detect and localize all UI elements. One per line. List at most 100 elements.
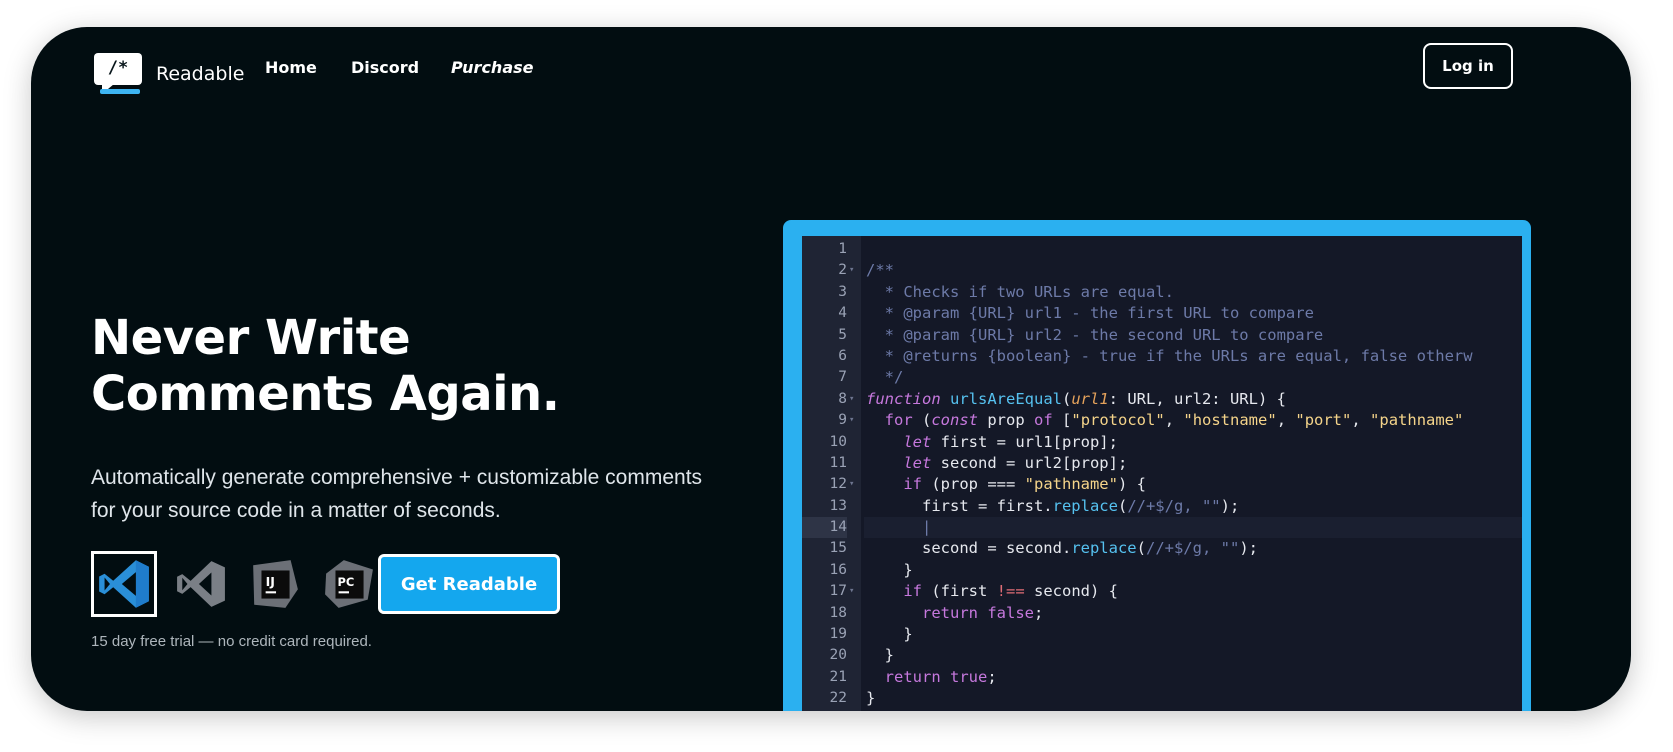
code-line[interactable]: 4 * @param {URL} url1 - the first URL to… xyxy=(802,303,1522,324)
code-text: if (prop === "pathname") { xyxy=(864,474,1522,495)
line-number: 2 xyxy=(838,262,847,279)
nav-link-purchase[interactable]: Purchase xyxy=(451,58,533,77)
code-token: replace xyxy=(1052,496,1118,515)
code-text: let first = url1[prop]; xyxy=(864,432,1522,453)
code-line[interactable]: 6 * @returns {boolean} - true if the URL… xyxy=(802,346,1522,367)
code-text: return false; xyxy=(864,603,1522,624)
code-text: } xyxy=(864,624,1522,645)
fold-arrow-icon[interactable]: ▾ xyxy=(849,410,859,431)
code-token: /** xyxy=(866,261,894,280)
line-number: 10 xyxy=(829,433,847,450)
code-token: , xyxy=(1351,411,1371,430)
code-token: return xyxy=(866,667,941,686)
code-token: ( xyxy=(1117,496,1128,515)
hero-subtitle: Automatically generate comprehensive + c… xyxy=(91,466,703,522)
code-token: ) { xyxy=(1117,475,1146,494)
code-token: , xyxy=(1276,411,1296,430)
code-token: */ xyxy=(866,368,904,387)
line-number: 13 xyxy=(829,497,847,514)
code-text: */ xyxy=(864,367,1522,388)
code-token: "pathname" xyxy=(1024,475,1118,494)
code-token: } xyxy=(866,625,913,644)
line-number: 8 xyxy=(838,390,847,407)
visual-studio-icon[interactable] xyxy=(171,554,231,614)
code-token: first = first. xyxy=(866,496,1053,515)
nav-link-home[interactable]: Home xyxy=(265,58,317,77)
page-frame: /* Readable Home Discord Purchase Log in… xyxy=(31,27,1631,711)
get-readable-button[interactable]: Get Readable xyxy=(378,554,560,614)
code-editor[interactable]: 1 2 ▾/** 3 * Checks if two URLs are equal. 4… xyxy=(802,236,1522,711)
code-token: second = second. xyxy=(866,539,1072,558)
code-line[interactable]: 12 ▾ if (prop === "pathname") { xyxy=(802,474,1522,495)
code-token: "port" xyxy=(1295,411,1352,430)
code-token: ; xyxy=(987,667,997,686)
fold-arrow-icon[interactable]: ▾ xyxy=(849,474,859,495)
fold-arrow-icon[interactable]: ▾ xyxy=(849,260,859,281)
code-token: , xyxy=(1164,411,1184,430)
nav-link-discord[interactable]: Discord xyxy=(351,58,419,77)
line-number: 1 xyxy=(838,241,847,257)
vscode-icon[interactable] xyxy=(91,551,157,617)
code-token: ( xyxy=(912,411,932,430)
code-token: prop xyxy=(978,411,1035,430)
code-token: ( xyxy=(1136,539,1146,558)
code-line[interactable]: 21 return true; xyxy=(802,667,1522,688)
code-token: ; xyxy=(1034,603,1044,622)
fold-arrow-icon[interactable]: ▾ xyxy=(849,581,859,602)
line-number: 15 xyxy=(829,540,847,557)
code-token: } xyxy=(866,689,876,708)
code-line[interactable]: 22} xyxy=(802,688,1522,709)
line-number: 11 xyxy=(829,454,847,471)
login-button[interactable]: Log in xyxy=(1423,43,1513,89)
code-line[interactable]: 17 ▾ if (first !== second) { xyxy=(802,581,1522,602)
code-line[interactable]: 1 xyxy=(802,239,1522,260)
fold-arrow-icon[interactable]: ▾ xyxy=(849,389,859,410)
code-text: /** xyxy=(864,260,1522,281)
code-token: (first xyxy=(922,582,997,601)
code-text: let second = url2[prop]; xyxy=(864,453,1522,474)
code-text: } xyxy=(864,645,1522,666)
code-token: //+$/g, "" xyxy=(1145,539,1240,558)
code-line[interactable]: 7 */ xyxy=(802,367,1522,388)
hero-title-line1: Never Write xyxy=(91,310,411,366)
code-token: //+$/g, "" xyxy=(1127,496,1221,515)
code-token: * @param {URL} url1 - the first URL to c… xyxy=(866,304,1314,323)
code-line[interactable]: 11 let second = url2[prop]; xyxy=(802,453,1522,474)
line-number: 14 xyxy=(802,517,847,539)
line-number: 18 xyxy=(829,604,847,621)
code-line[interactable]: 16 } xyxy=(802,560,1522,581)
line-number: 22 xyxy=(829,690,847,707)
code-token: true xyxy=(950,667,988,686)
code-line[interactable]: 15 second = second.replace(//+$/g, ""); xyxy=(802,538,1522,559)
code-token: ( xyxy=(1061,389,1072,408)
line-number: 9 xyxy=(838,412,847,429)
code-token: | xyxy=(866,518,932,537)
code-token: first = url1[prop]; xyxy=(931,432,1118,451)
line-number: 4 xyxy=(838,305,847,322)
code-line[interactable]: 10 let first = url1[prop]; xyxy=(802,432,1522,453)
code-line[interactable]: 3 * Checks if two URLs are equal. xyxy=(802,282,1522,303)
code-token: !== xyxy=(996,582,1025,601)
pycharm-icon[interactable]: PC xyxy=(319,554,379,614)
code-token: second = url2[prop]; xyxy=(931,453,1128,472)
code-token: if xyxy=(866,475,922,494)
code-line[interactable]: 13 first = first.replace(//+$/g, ""); xyxy=(802,496,1522,517)
code-line[interactable]: 19 } xyxy=(802,624,1522,645)
code-text: return true; xyxy=(864,667,1522,688)
code-token: of xyxy=(1034,411,1053,430)
code-line[interactable]: 14 | xyxy=(802,517,1522,539)
brand[interactable]: /* Readable xyxy=(94,53,244,95)
line-number: 16 xyxy=(829,561,847,578)
code-token: for xyxy=(866,411,913,430)
code-line[interactable]: 9 ▾ for (const prop of ["protocol", "host… xyxy=(802,410,1522,431)
code-token: url1 xyxy=(1071,389,1109,408)
code-line[interactable]: 8 ▾ function urlsAreEqual(url1: URL, url2:… xyxy=(802,389,1522,410)
code-line[interactable]: 2 ▾ /** xyxy=(802,260,1522,281)
code-line[interactable]: 5 * @param {URL} url2 - the second URL t… xyxy=(802,325,1522,346)
code-token: let xyxy=(866,432,932,451)
intellij-icon[interactable]: IJ xyxy=(245,554,305,614)
code-line[interactable]: 18 return false; xyxy=(802,603,1522,624)
code-text: * Checks if two URLs are equal. xyxy=(864,282,1522,303)
code-line[interactable]: 20 } xyxy=(802,645,1522,666)
